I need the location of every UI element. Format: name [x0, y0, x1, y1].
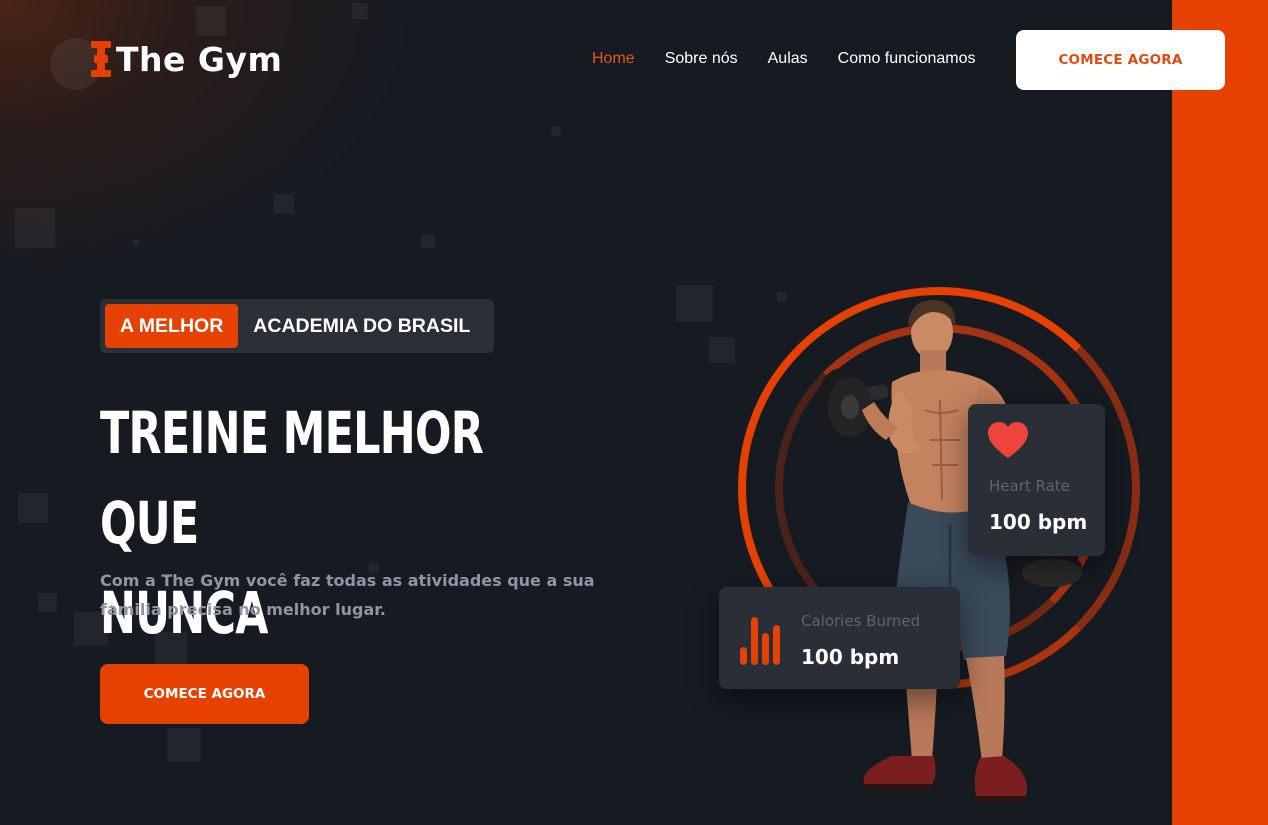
nav-item-home[interactable]: Home	[592, 49, 635, 69]
nav-item-sobre-nos[interactable]: Sobre nós	[665, 49, 738, 69]
decor-square	[38, 593, 57, 612]
decor-square	[676, 285, 713, 322]
heart-rate-label: Heart Rate	[989, 477, 1070, 495]
decor-square	[352, 3, 368, 19]
badge-highlight: A MELHOR	[105, 304, 239, 348]
decor-square	[551, 126, 561, 136]
nav-item-como-funcionamos[interactable]: Como funcionamos	[838, 49, 976, 69]
main-nav: Home Sobre nós Aulas Como funcionamos	[592, 49, 976, 69]
decor-square	[15, 208, 55, 248]
heart-icon	[988, 422, 1028, 460]
landing-page: The Gym Home Sobre nós Aulas Como funcio…	[0, 0, 1268, 825]
hero-description: Com a The Gym você faz todas as atividad…	[100, 571, 595, 619]
badge-text: ACADEMIA DO BRASIL	[253, 314, 471, 337]
bar-chart-icon	[740, 617, 782, 665]
accent-strip	[1172, 0, 1268, 825]
nav-item-aulas[interactable]: Aulas	[768, 49, 808, 69]
calories-value: 100 bpm	[801, 645, 900, 669]
decor-square	[18, 493, 48, 523]
calories-label: Calories Burned	[801, 612, 921, 630]
brand-name: The Gym	[116, 39, 283, 79]
decor-square	[709, 337, 735, 363]
decor-square	[421, 234, 435, 248]
decor-square	[777, 292, 787, 302]
heart-rate-card: Heart Rate 100 bpm	[968, 404, 1105, 556]
decor-square	[274, 194, 294, 214]
calories-card: Calories Burned 100 bpm	[719, 587, 960, 689]
decor-square	[133, 240, 139, 246]
decor-square	[196, 6, 226, 36]
decor-square	[167, 728, 201, 762]
hero-title-line-1: TREINE MELHOR QUE	[100, 399, 484, 557]
brand-logo[interactable]: The Gym	[90, 38, 282, 80]
dumbbell-icon	[90, 39, 112, 79]
hero-cta-button[interactable]: COMECE AGORA	[100, 664, 309, 724]
heart-rate-value: 100 bpm	[989, 510, 1088, 534]
header-cta-button[interactable]: COMECE AGORA	[1016, 30, 1225, 90]
hero-badge: A MELHOR ACADEMIA DO BRASIL	[100, 299, 494, 353]
